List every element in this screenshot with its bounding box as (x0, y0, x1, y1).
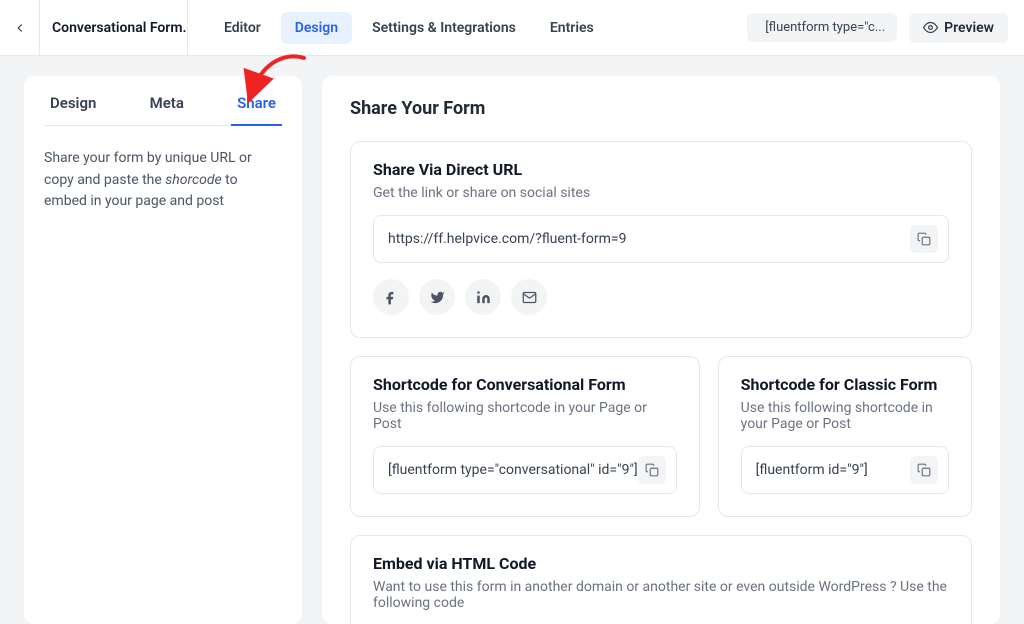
classic-code-value: [fluentform id="9"] (756, 462, 910, 478)
embed-sub: Want to use this form in another domain … (373, 579, 949, 611)
linkedin-icon (476, 290, 491, 305)
tab-entries[interactable]: Entries (536, 12, 608, 44)
t: shorcode (165, 172, 221, 188)
sidebar-tab-design[interactable]: Design (44, 94, 102, 125)
copy-direct-url-button[interactable] (910, 225, 938, 253)
top-tabs: Editor Design Settings & Integrations En… (188, 12, 608, 44)
topbar: Conversational Form... Editor Design Set… (0, 0, 1024, 56)
back-button[interactable] (0, 0, 40, 56)
sidebar-tab-share[interactable]: Share (231, 94, 282, 126)
card-shortcode-classic: Shortcode for Classic Form Use this foll… (718, 356, 972, 517)
top-actions: [fluentform type="c... Preview (747, 13, 1008, 43)
sidebar-tab-meta[interactable]: Meta (144, 94, 190, 125)
conv-code-field[interactable]: [fluentform type="conversational" id="9"… (373, 446, 677, 494)
direct-url-field[interactable]: https://ff.helpvice.com/?fluent-form=9 (373, 215, 949, 263)
clipboard-icon (917, 232, 931, 246)
direct-url-value: https://ff.helpvice.com/?fluent-form=9 (388, 231, 910, 247)
tab-editor[interactable]: Editor (210, 12, 275, 44)
body: Design Meta Share Share your form by uni… (0, 56, 1024, 624)
card-shortcode-conversational: Shortcode for Conversational Form Use th… (350, 356, 700, 517)
conv-title: Shortcode for Conversational Form (373, 375, 677, 394)
mail-icon (522, 290, 537, 305)
share-mail[interactable] (511, 279, 547, 315)
form-title: Conversational Form... (40, 0, 188, 56)
copy-classic-code-button[interactable] (910, 456, 938, 484)
card-direct-title: Share Via Direct URL (373, 160, 949, 179)
clipboard-icon (917, 463, 931, 477)
sidebar-panel: Design Meta Share Share your form by uni… (24, 76, 302, 624)
sidebar-help-text: Share your form by unique URL or copy an… (44, 148, 282, 213)
tab-design[interactable]: Design (281, 12, 352, 44)
conv-code-value: [fluentform type="conversational" id="9"… (388, 462, 638, 478)
share-linkedin[interactable] (465, 279, 501, 315)
social-share-row (373, 279, 949, 315)
shortcode-chip-text: [fluentform type="c... (765, 20, 885, 35)
card-embed-html: Embed via HTML Code Want to use this for… (350, 535, 972, 624)
card-direct-url: Share Via Direct URL Get the link or sha… (350, 141, 972, 338)
sidebar-tabs: Design Meta Share (44, 94, 282, 126)
preview-button[interactable]: Preview (909, 13, 1008, 43)
share-twitter[interactable] (419, 279, 455, 315)
tab-settings-integrations[interactable]: Settings & Integrations (358, 12, 530, 44)
shortcode-row: Shortcode for Conversational Form Use th… (350, 356, 972, 535)
facebook-icon (384, 290, 399, 305)
twitter-icon (430, 290, 445, 305)
eye-icon (923, 20, 938, 35)
classic-title: Shortcode for Classic Form (741, 375, 949, 394)
card-direct-sub: Get the link or share on social sites (373, 185, 949, 201)
conv-sub: Use this following shortcode in your Pag… (373, 400, 677, 432)
shortcode-chip[interactable]: [fluentform type="c... (747, 13, 897, 42)
copy-conv-code-button[interactable] (638, 456, 666, 484)
classic-code-field[interactable]: [fluentform id="9"] (741, 446, 949, 494)
classic-sub: Use this following shortcode in your Pag… (741, 400, 949, 432)
clipboard-icon (645, 463, 659, 477)
page-title: Share Your Form (350, 98, 972, 119)
share-facebook[interactable] (373, 279, 409, 315)
chevron-left-icon (13, 21, 27, 35)
preview-label: Preview (944, 20, 994, 36)
main-panel: Share Your Form Share Via Direct URL Get… (322, 76, 1000, 624)
embed-title: Embed via HTML Code (373, 554, 949, 573)
